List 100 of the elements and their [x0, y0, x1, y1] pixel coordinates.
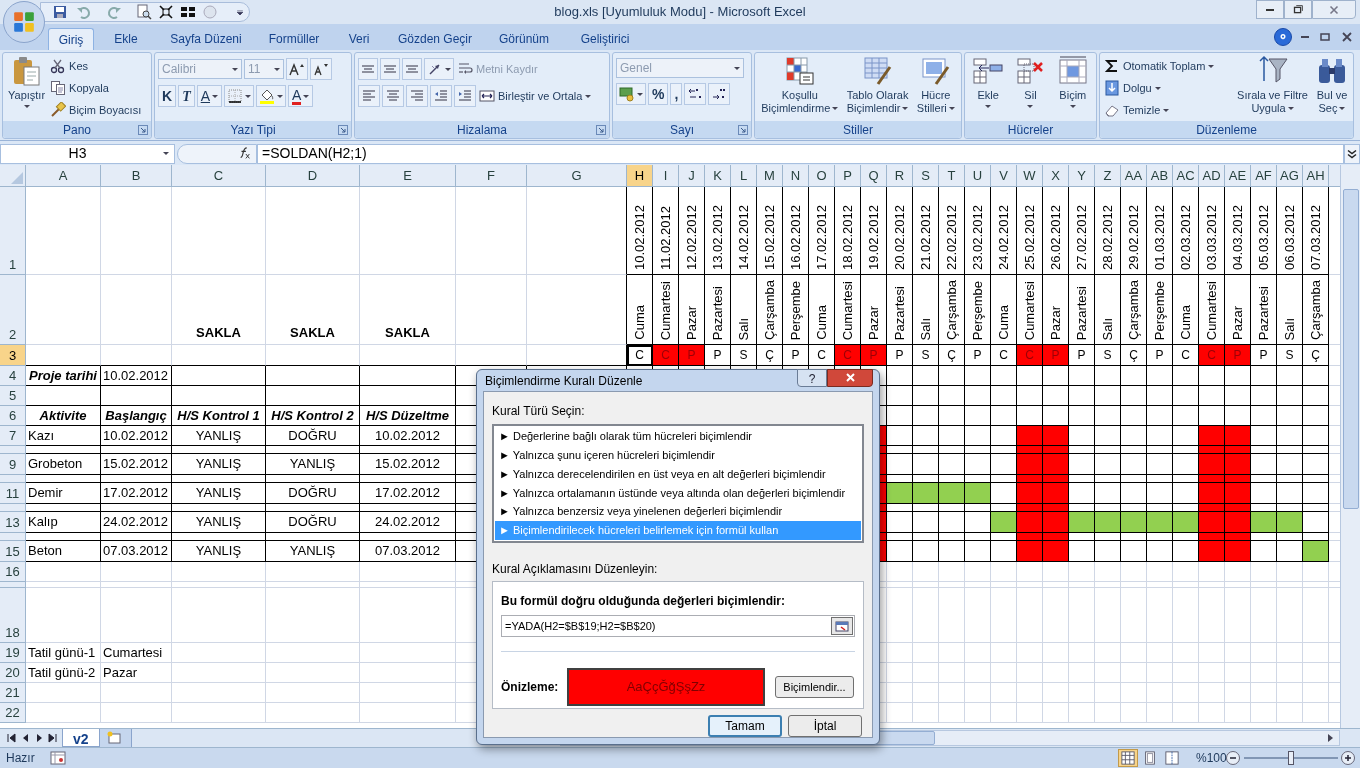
column-header[interactable]: AD	[1199, 165, 1225, 187]
ribbon-button[interactable]: Yapıştır	[6, 55, 48, 121]
column-header[interactable]: N	[783, 165, 809, 187]
ribbon-button[interactable]: Hücre Stilleri	[914, 55, 957, 121]
list-item[interactable]: ► Değerlerine bağlı olarak tüm hücreleri biçimlendir	[495, 427, 861, 446]
table-cell: 13.02.2012	[705, 187, 731, 275]
column-header[interactable]: C	[172, 165, 266, 187]
row-header[interactable]: 11	[0, 483, 26, 504]
row-header[interactable]: 13	[0, 512, 26, 533]
column-header[interactable]: Q	[861, 165, 887, 187]
ribbon-button[interactable]: K	[158, 85, 177, 107]
ribbon-button[interactable]: Biçim Boyacısı	[49, 99, 143, 121]
column-header[interactable]: AA	[1121, 165, 1147, 187]
row-header[interactable]: 15	[0, 541, 26, 562]
table-cell: C	[627, 345, 653, 366]
ribbon-tab[interactable]: Veri	[334, 28, 384, 50]
ribbon-button[interactable]: Tablo Olarak Biçimlendir	[844, 55, 911, 121]
ribbon-tab[interactable]: Ekle	[96, 28, 156, 50]
row-header[interactable]: 6	[0, 406, 26, 426]
column-header[interactable]: F	[456, 165, 527, 187]
row-header[interactable]: 16	[0, 562, 26, 582]
name-box[interactable]: H3	[0, 143, 175, 164]
ribbon-button[interactable]: Biçim	[1054, 55, 1091, 121]
ribbon-button[interactable]: Ekle	[970, 55, 1007, 121]
column-header[interactable]: H	[627, 165, 653, 187]
row-header[interactable]: 7	[0, 426, 26, 446]
ribbon-button[interactable]: Otomatik Toplam	[1103, 55, 1216, 77]
row-header[interactable]: 19	[0, 643, 26, 663]
row-header[interactable]: 22	[0, 703, 26, 723]
column-header[interactable]: U	[965, 165, 991, 187]
row-header[interactable]: 9	[0, 454, 26, 475]
ribbon-button[interactable]: A	[288, 85, 314, 107]
column-header[interactable]: Z	[1095, 165, 1121, 187]
ribbon-button[interactable]: Kopyala	[49, 77, 143, 99]
row-header[interactable]: 3	[0, 345, 26, 366]
column-header[interactable]: AF	[1251, 165, 1277, 187]
column-header[interactable]: J	[679, 165, 705, 187]
column-header[interactable]: AG	[1277, 165, 1303, 187]
list-item[interactable]: ► Yalnızca şunu içeren hücreleri biçimlendir	[495, 445, 861, 465]
column-header[interactable]: M	[757, 165, 783, 187]
row-header[interactable]: 20	[0, 663, 26, 683]
column-header[interactable]: L	[731, 165, 757, 187]
row-header[interactable]: 2	[0, 275, 26, 345]
ribbon-tab[interactable]: Görünüm	[486, 28, 562, 50]
list-item[interactable]: ► Yalnızca derecelendirilen en üst veya en alt değerleri biçimlendir	[495, 464, 861, 484]
ribbon-button[interactable]: Koşullu Biçimlendirme	[759, 55, 841, 121]
column-header[interactable]: D	[266, 165, 360, 187]
ribbon-button[interactable]: Birleştir ve Ortala	[478, 85, 593, 107]
column-header[interactable]: A	[26, 165, 101, 187]
dialog-button[interactable]: İptal	[788, 715, 862, 737]
ribbon-button[interactable]: T	[178, 85, 195, 107]
row-header[interactable]: 21	[0, 683, 26, 703]
sheet-tab[interactable]: v2	[62, 729, 100, 747]
column-header[interactable]: Y	[1069, 165, 1095, 187]
ribbon-button[interactable]: A	[196, 85, 223, 107]
row-header[interactable]: 18	[0, 588, 26, 643]
column-header[interactable]: AC	[1173, 165, 1199, 187]
ribbon-button[interactable]: ,	[670, 83, 683, 105]
ribbon-button[interactable]: Dolgu	[1103, 77, 1216, 99]
column-header[interactable]: P	[835, 165, 861, 187]
column-header[interactable]: X	[1043, 165, 1069, 187]
formula-input-field[interactable]: =YADA(H2=$B$19;H2=$B$20)	[501, 615, 855, 637]
column-header[interactable]: B	[101, 165, 172, 187]
ribbon-button[interactable]: Bul ve Seç	[1314, 55, 1350, 121]
column-header[interactable]: I	[653, 165, 679, 187]
ribbon-button[interactable]: Sil	[1012, 55, 1049, 121]
ribbon-button[interactable]: %	[648, 83, 669, 105]
ribbon-tab[interactable]: Sayfa Düzeni	[158, 28, 254, 50]
row-header[interactable]: 4	[0, 366, 26, 386]
row-header[interactable]: 5	[0, 386, 26, 406]
column-header[interactable]: AH	[1303, 165, 1329, 187]
row-header[interactable]: 1	[0, 187, 26, 275]
ribbon-button[interactable]: Sırala ve Filtre Uygula	[1235, 55, 1310, 121]
format-button[interactable]: Biçimlendir...	[775, 676, 854, 698]
list-item[interactable]: ► Yalnızca ortalamanın üstünde veya altında olan değerleri biçimlendir	[495, 483, 861, 503]
ribbon-tab[interactable]: Formüller	[256, 28, 332, 50]
ribbon-button[interactable]: Temizle	[1103, 99, 1216, 121]
ribbon-button[interactable]: Kes	[49, 55, 143, 77]
column-header[interactable]: S	[913, 165, 939, 187]
column-header[interactable]: V	[991, 165, 1017, 187]
column-header[interactable]: R	[887, 165, 913, 187]
dialog-button[interactable]: Tamam	[708, 715, 782, 737]
column-header[interactable]: AB	[1147, 165, 1173, 187]
column-header[interactable]: W	[1017, 165, 1043, 187]
ribbon-tab[interactable]: Gözden Geçir	[386, 28, 484, 50]
column-header[interactable]: O	[809, 165, 835, 187]
column-header[interactable]: G	[527, 165, 627, 187]
table-cell: Proje tarihi	[26, 366, 101, 386]
column-header[interactable]: K	[705, 165, 731, 187]
list-item[interactable]: ► Yalnızca benzersiz veya yinelenen değerleri biçimlendir	[495, 502, 861, 522]
column-header[interactable]: E	[360, 165, 456, 187]
ribbon-tab[interactable]: Giriş	[48, 28, 94, 50]
zoom-level-text[interactable]: %100	[1196, 749, 1227, 767]
table-cell: 02.03.2012	[1173, 187, 1199, 275]
column-header[interactable]: AE	[1225, 165, 1251, 187]
table-cell: Ç	[1303, 345, 1329, 366]
ribbon-tab[interactable]: Geliştirici	[564, 28, 646, 50]
table-cell: 10.02.2012	[627, 187, 653, 275]
column-header[interactable]: T	[939, 165, 965, 187]
formula-field[interactable]: =SOLDAN(H2;1)	[257, 143, 1344, 164]
